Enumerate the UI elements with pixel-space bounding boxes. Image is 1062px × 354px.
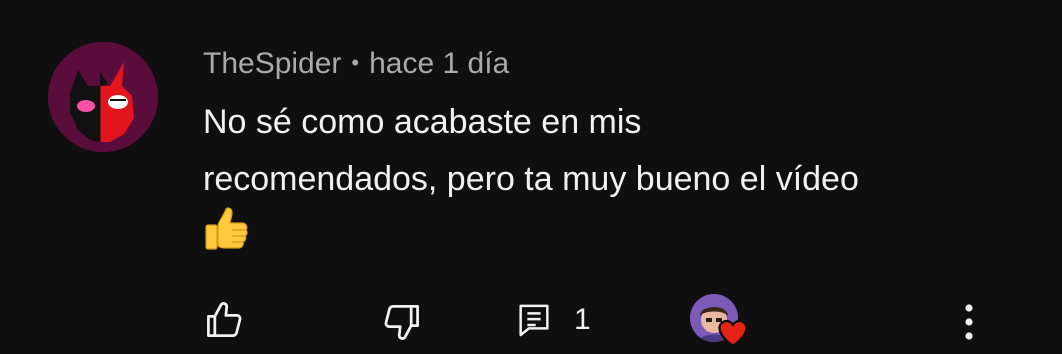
comment-actions: 1 (0, 288, 1062, 352)
more-vert-icon (965, 304, 973, 340)
thumbs-up-icon (207, 302, 242, 337)
thumbs-down-icon (384, 305, 419, 340)
comment-header: TheSpider • hace 1 día (203, 44, 509, 83)
more-actions-button[interactable] (946, 296, 992, 348)
thumbs-up-emoji (202, 205, 250, 253)
devil-mask-icon (48, 42, 158, 152)
author-name[interactable]: TheSpider (203, 47, 341, 80)
like-button[interactable] (198, 294, 250, 346)
separator-dot: • (351, 50, 360, 75)
reply-count: 1 (574, 303, 591, 336)
comment-text-line: No sé como acabaste en mis (203, 103, 642, 141)
heart-icon (718, 319, 748, 348)
timestamp[interactable]: hace 1 día (369, 47, 509, 80)
author-avatar[interactable] (48, 42, 158, 152)
comment-icon (519, 304, 549, 337)
comment-text-line: recomendados, pero ta muy bueno el vídeo (203, 160, 859, 198)
dislike-button[interactable] (376, 296, 428, 348)
comment-text: No sé como acabaste en mis recomendados,… (203, 94, 1003, 208)
comment-thread: TheSpider • hace 1 día No sé como acabaste… (0, 0, 1062, 354)
reply-button[interactable]: 1 (510, 294, 614, 346)
creator-heart-badge (688, 292, 752, 352)
thumbs-up-emoji-icon (205, 207, 248, 250)
